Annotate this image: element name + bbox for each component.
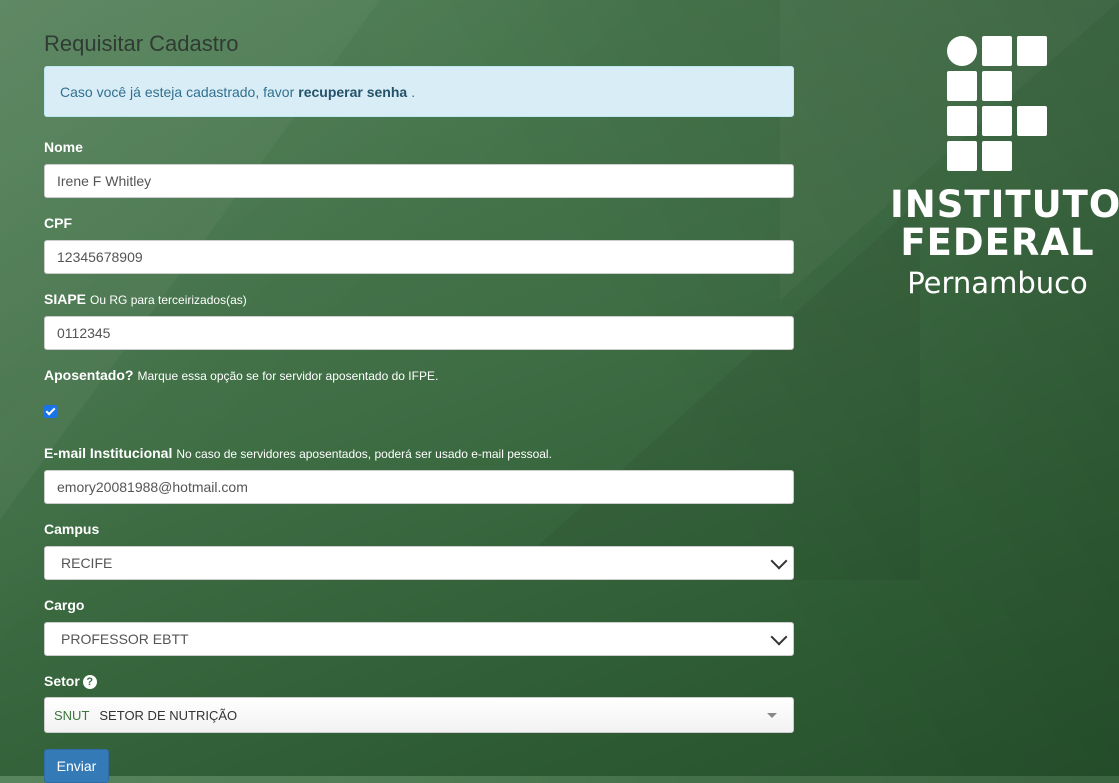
- cargo-selected: PROFESSOR EBTT: [61, 631, 189, 647]
- logo-text-instituto: INSTITUTO: [890, 183, 1119, 226]
- info-alert: Caso você já esteja cadastrado, favor re…: [44, 66, 794, 117]
- ifpe-logo: INSTITUTO FEDERAL Pernambuco: [890, 36, 1119, 300]
- aposentado-hint: Marque essa opção se for servidor aposen…: [137, 369, 439, 383]
- question-circle-icon[interactable]: ?: [82, 675, 97, 689]
- logo-square-icon: [947, 71, 977, 101]
- email-hint: No caso de servidores aposentados, poder…: [176, 447, 552, 461]
- aposentado-row: [44, 405, 794, 418]
- siape-hint: Ou RG para terceirizados(as): [90, 293, 247, 307]
- setor-name: SETOR DE NUTRIÇÃO: [99, 707, 238, 723]
- setor-select[interactable]: SNUT SETOR DE NUTRIÇÃO: [44, 697, 794, 733]
- campus-selected: RECIFE: [61, 555, 113, 571]
- logo-square-icon: [982, 141, 1012, 171]
- email-input[interactable]: [44, 470, 794, 504]
- logo-text-pernambuco: Pernambuco: [907, 266, 1088, 300]
- registration-form: Requisitar Cadastro Caso você já esteja …: [44, 0, 794, 783]
- setor-code: SNUT: [54, 707, 90, 723]
- cpf-input[interactable]: [44, 240, 794, 274]
- siape-input[interactable]: [44, 316, 794, 350]
- logo-square-icon: [982, 106, 1012, 136]
- logo-circle-icon: [947, 36, 977, 66]
- page-title: Requisitar Cadastro: [44, 31, 239, 56]
- campus-label: Campus: [44, 521, 100, 537]
- logo-square-icon: [947, 106, 977, 136]
- recover-password-link[interactable]: recuperar senha: [298, 84, 407, 100]
- setor-label: Setor?: [44, 672, 794, 690]
- logo-square-icon: [982, 36, 1012, 66]
- logo-square-icon: [982, 71, 1012, 101]
- chevron-down-icon: [770, 628, 788, 645]
- aposentado-label: Aposentado? Marque essa opção se for serv…: [44, 367, 439, 383]
- cargo-label: Cargo: [44, 597, 85, 613]
- alert-text: Caso você já esteja cadastrado, favor: [60, 83, 295, 100]
- nome-label: Nome: [44, 139, 83, 155]
- submit-button[interactable]: Enviar: [44, 749, 109, 783]
- siape-label: SIAPE Ou RG para terceirizados(as): [44, 291, 247, 307]
- nome-input[interactable]: [44, 164, 794, 198]
- campus-select[interactable]: RECIFE: [44, 546, 794, 580]
- logo-text-federal: FEDERAL: [900, 221, 1095, 264]
- cargo-select[interactable]: PROFESSOR EBTT: [44, 622, 794, 656]
- caret-down-icon: [767, 712, 777, 718]
- chevron-down-icon: [770, 552, 788, 569]
- alert-text-end: .: [411, 83, 416, 100]
- logo-square-icon: [947, 141, 977, 171]
- aposentado-checkbox[interactable]: [44, 405, 57, 418]
- logo-square-icon: [1017, 106, 1047, 136]
- logo-square-icon: [1017, 36, 1047, 66]
- cpf-label: CPF: [44, 215, 72, 231]
- email-label: E-mail Institucional No caso de servidore…: [44, 445, 552, 461]
- logo-grid-icon: [947, 36, 1047, 172]
